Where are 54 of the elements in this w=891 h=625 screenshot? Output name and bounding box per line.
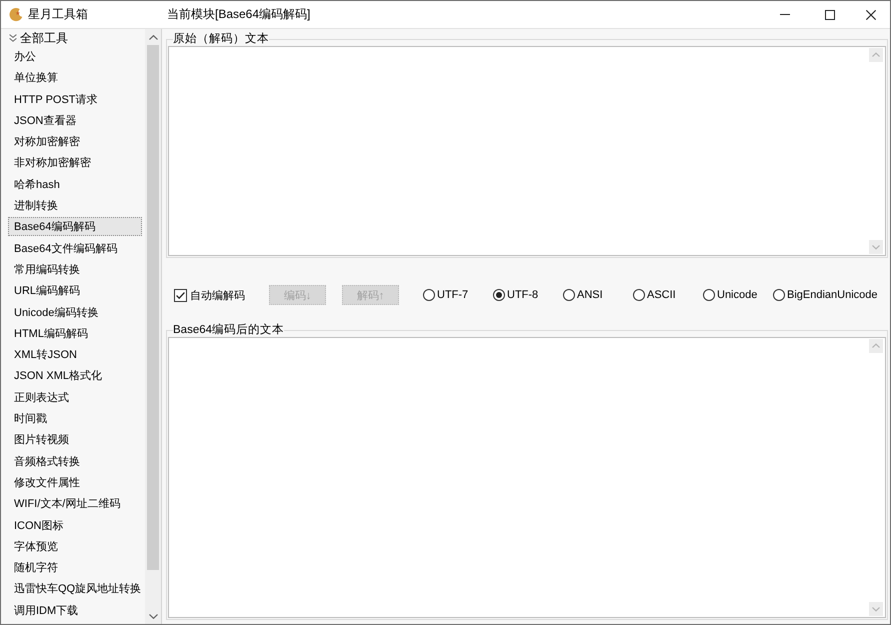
radio-label[interactable]: UTF-7 (437, 289, 468, 301)
sidebar-item[interactable]: JSON XML格式化 (8, 366, 142, 386)
scrollbar-thumb[interactable] (147, 45, 159, 570)
sidebar-item[interactable]: JSON查看器 (8, 110, 142, 130)
sidebar-item[interactable]: 音频格式转换 (8, 452, 142, 471)
radio-button[interactable] (563, 289, 575, 301)
tree-root-item[interactable]: 全部工具 (1, 29, 141, 47)
sidebar-item[interactable]: 修改文件属性 (8, 472, 142, 492)
sidebar-item[interactable]: 迅雷快车QQ旋风地址转换 (8, 579, 142, 598)
sidebar-item[interactable]: XML转JSON (8, 345, 142, 364)
radio-label[interactable]: ASCII (647, 289, 676, 301)
radio-button[interactable] (773, 289, 785, 301)
sidebar-item[interactable]: 正则表达式 (8, 388, 142, 407)
sidebar-item[interactable]: 时间戳 (8, 409, 142, 428)
maximize-icon[interactable] (824, 10, 834, 20)
checkbox-label[interactable]: 自动编解码 (190, 288, 245, 302)
sidebar-item[interactable]: 常用编码转换 (8, 260, 142, 279)
sidebar-item[interactable]: 哈希hash (8, 174, 142, 194)
crescent-moon-icon (8, 7, 23, 22)
radio-button[interactable] (493, 289, 505, 301)
checkbox[interactable] (174, 288, 187, 302)
sidebar-item[interactable]: 非对称加密解密 (8, 153, 142, 172)
sidebar-item[interactable]: WIFI/文本/网址二维码 (8, 494, 142, 514)
radio-label[interactable]: Unicode (717, 289, 758, 301)
sidebar-item[interactable]: 随机字符 (8, 558, 142, 578)
radio-button[interactable] (423, 289, 435, 301)
module-title: 当前模块[Base64编码解码] (167, 6, 312, 23)
sidebar-item[interactable]: Unicode编码转换 (8, 302, 142, 322)
sidebar-item[interactable]: 对称加密解密 (8, 132, 142, 152)
sidebar-item[interactable]: URL编码解码 (8, 281, 142, 300)
sidebar-item[interactable]: 调用IDM下载 (8, 600, 142, 620)
radio-button[interactable] (703, 289, 715, 301)
close-icon[interactable] (866, 10, 876, 20)
scroll-up-icon[interactable] (148, 34, 158, 40)
group-label: 原始（解码）文本 (173, 32, 269, 46)
sidebar-item[interactable]: Base64文件编码解码 (8, 238, 142, 258)
sidebar-item[interactable]: 进制转换 (8, 196, 142, 216)
sidebar-item[interactable]: 字体预览 (8, 536, 142, 556)
sidebar-item[interactable]: HTTP POST请求 (8, 90, 142, 109)
radio-label[interactable]: UTF-8 (507, 289, 538, 301)
radio-label[interactable]: BigEndianUnicode (787, 289, 878, 301)
radio-button[interactable] (633, 289, 645, 301)
scroll-down-icon[interactable] (148, 614, 158, 618)
app-title: 星月工具箱 (28, 6, 88, 23)
sidebar-item[interactable]: 办公 (8, 47, 142, 66)
sidebar-item[interactable]: ICON图标 (8, 516, 142, 535)
radio-label[interactable]: ANSI (577, 289, 603, 301)
sidebar-item[interactable]: 单位换算 (8, 68, 142, 88)
sidebar-item[interactable]: Base64编码解码 (8, 217, 142, 236)
sidebar-item[interactable]: 图片转视频 (8, 430, 142, 450)
double-chevron-down-icon[interactable] (9, 34, 17, 42)
group-label: Base64编码后的文本 (173, 323, 284, 337)
sidebar-item[interactable]: HTML编码解码 (8, 324, 142, 343)
minimize-icon[interactable] (780, 14, 790, 15)
